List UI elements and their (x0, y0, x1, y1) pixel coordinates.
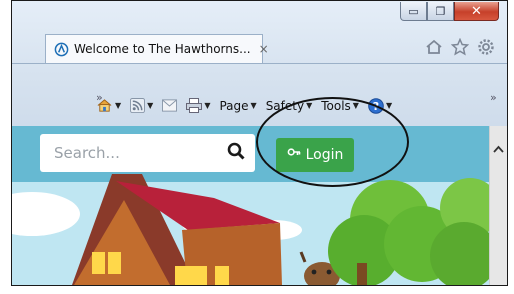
restore-icon: ❐ (435, 4, 446, 18)
tools-menu-label: Tools (321, 98, 351, 113)
search-box[interactable]: Search... (40, 134, 255, 172)
svg-text:?: ? (373, 100, 379, 113)
command-bar-overflow-chevron-right[interactable]: » (490, 91, 497, 104)
chevron-down-icon: ▼ (306, 101, 313, 110)
close-icon: ✕ (471, 3, 482, 19)
tools-menu[interactable]: Tools ▼ (321, 99, 359, 113)
tab-divider (12, 63, 507, 64)
minimize-icon: ▭ (408, 4, 419, 18)
home-icon[interactable] (425, 38, 443, 61)
chevron-down-icon: ▼ (385, 101, 393, 110)
website-viewport: Search... Login (12, 126, 507, 285)
chevron-down-icon: ▼ (250, 101, 257, 110)
tab-title: Welcome to The Hawthorns... (74, 42, 251, 56)
chevron-down-icon: ▼ (147, 101, 154, 110)
chevron-down-icon: ▼ (204, 101, 211, 110)
site-favicon-icon (54, 41, 69, 57)
command-bar: ▼ ▼ ▼ Page ▼ Safety ▼ Tools ▼ ? ▼ (96, 97, 392, 114)
chevron-down-icon: ▼ (352, 101, 359, 110)
browser-window: ▭ ❐ ✕ Welcome to The Hawthorns... × » ▼ … (11, 0, 508, 286)
tab-hawthorns[interactable]: Welcome to The Hawthorns... × (45, 34, 269, 63)
safety-menu-label: Safety (265, 98, 305, 113)
vertical-scrollbar[interactable] (489, 126, 507, 285)
home-menu[interactable]: ▼ (96, 97, 121, 114)
search-icon[interactable] (227, 142, 245, 164)
page-menu-label: Page (219, 98, 249, 113)
search-input[interactable]: Search... (54, 144, 120, 162)
login-button[interactable]: Login (276, 138, 354, 172)
login-label: Login (305, 147, 344, 163)
help-menu[interactable]: ? ▼ (368, 97, 393, 114)
browser-chrome: ▭ ❐ ✕ Welcome to The Hawthorns... × » ▼ … (12, 1, 507, 126)
read-mail-menu[interactable] (162, 99, 178, 112)
page-menu[interactable]: Page ▼ (219, 99, 256, 113)
minimize-button[interactable]: ▭ (400, 2, 427, 21)
feeds-menu[interactable]: ▼ (130, 98, 153, 113)
key-icon (287, 146, 301, 164)
print-menu[interactable]: ▼ (186, 98, 210, 113)
settings-gear-icon[interactable] (477, 38, 495, 61)
restore-button[interactable]: ❐ (427, 2, 454, 21)
favorites-star-icon[interactable] (450, 37, 470, 61)
close-window-button[interactable]: ✕ (454, 2, 499, 21)
scroll-up-icon[interactable] (493, 138, 504, 157)
chevron-down-icon: ▼ (115, 101, 122, 110)
browser-toolbar-icons (425, 37, 495, 61)
tab-close-icon[interactable]: × (259, 42, 269, 56)
window-controls: ▭ ❐ ✕ (400, 2, 499, 21)
safety-menu[interactable]: Safety ▼ (266, 99, 313, 113)
